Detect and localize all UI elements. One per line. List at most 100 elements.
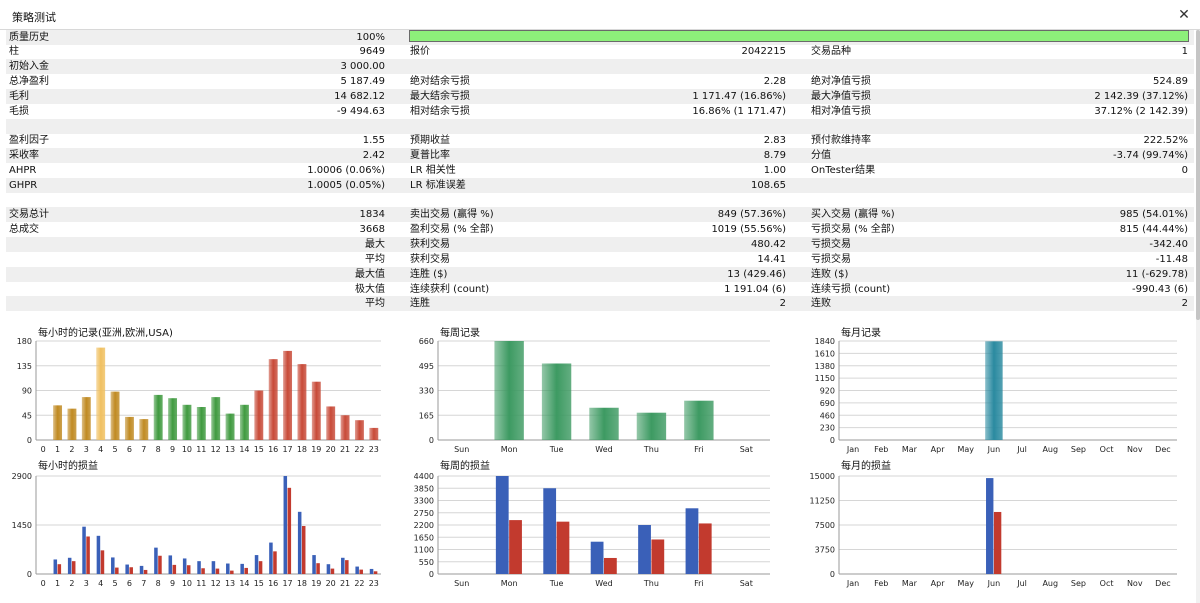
bar <box>86 536 90 574</box>
y-tick-label: 330 <box>419 387 434 396</box>
x-tick-label: Sun <box>454 445 469 454</box>
y-tick-label: 1450 <box>12 521 32 530</box>
x-tick-label: Mar <box>902 579 918 588</box>
y-tick-label: 0 <box>830 436 835 445</box>
x-tick-label: 19 <box>311 579 321 588</box>
x-tick-label: 8 <box>156 445 161 454</box>
bar <box>129 567 133 574</box>
bar <box>355 566 359 574</box>
y-tick-label: 90 <box>22 387 32 396</box>
chart-1: 每周记录 0 165 330 495 660 Sun Mon Tue Wed Thu Fri Sat <box>419 326 770 454</box>
bar <box>494 341 524 440</box>
y-tick-label: 7500 <box>815 521 835 530</box>
x-tick-label: Fri <box>694 445 704 454</box>
x-tick-label: Thu <box>643 445 659 454</box>
bar <box>211 561 216 574</box>
x-tick-label: 16 <box>268 579 278 588</box>
bar <box>124 416 134 440</box>
bar <box>196 407 206 440</box>
x-tick-label: Apr <box>931 579 946 588</box>
chart-title: 每周的损益 <box>440 459 490 472</box>
y-tick-label: 0 <box>27 436 32 445</box>
y-tick-label: 1650 <box>414 533 434 542</box>
x-tick-label: Nov <box>1127 579 1143 588</box>
x-tick-label: May <box>957 445 974 454</box>
x-tick-label: 0 <box>41 579 46 588</box>
bar <box>53 405 63 440</box>
bar <box>96 347 106 440</box>
x-tick-label: 8 <box>156 579 161 588</box>
x-tick-label: 4 <box>98 579 103 588</box>
x-tick-label: 21 <box>340 445 350 454</box>
y-tick-label: 2200 <box>414 521 434 530</box>
x-tick-label: Fri <box>694 579 704 588</box>
bar <box>67 557 72 574</box>
bar <box>201 568 205 574</box>
y-tick-label: 45 <box>22 411 32 420</box>
x-tick-label: Thu <box>643 579 659 588</box>
y-tick-label: 550 <box>419 558 434 567</box>
x-tick-label: 9 <box>170 445 175 454</box>
y-tick-label: 920 <box>820 387 835 396</box>
x-tick-label: Mon <box>501 579 518 588</box>
bar <box>638 525 651 574</box>
y-tick-label: 15000 <box>810 472 835 481</box>
x-tick-label: May <box>957 579 974 588</box>
bar <box>330 568 335 574</box>
bar <box>685 508 699 574</box>
bar <box>604 557 617 574</box>
chart-title: 每小时的损益 <box>38 459 98 472</box>
x-tick-label: 14 <box>239 445 249 454</box>
x-tick-label: 6 <box>127 579 132 588</box>
bar <box>100 550 105 574</box>
bar <box>301 526 306 574</box>
bar <box>110 391 120 440</box>
bar <box>143 569 148 574</box>
x-tick-label: 12 <box>211 579 221 588</box>
x-tick-label: Mar <box>902 445 918 454</box>
bar <box>154 547 158 574</box>
y-tick-label: 3850 <box>414 484 434 493</box>
chart-title: 每周记录 <box>440 326 480 339</box>
x-tick-label: 21 <box>340 579 350 588</box>
y-tick-label: 4400 <box>414 472 434 481</box>
bar <box>215 568 220 574</box>
bar <box>168 398 178 440</box>
bar <box>373 571 378 574</box>
y-tick-label: 1380 <box>815 362 835 371</box>
y-tick-label: 1100 <box>414 546 434 555</box>
chart-3: 每小时的损益0145029000 1 2 3 4 5 6 7 8 9 10 11 12 13 14 15 16 1… <box>12 459 381 588</box>
chart-4: 每周的损益 0 550 1100 1650 2200 2750 3300 3850 4400 Sun… <box>414 459 770 588</box>
x-tick-label: Sat <box>740 579 753 588</box>
x-tick-label: 10 <box>182 445 192 454</box>
bar <box>244 567 248 574</box>
bar <box>268 359 278 440</box>
bar <box>326 406 336 440</box>
x-tick-label: 0 <box>41 445 46 454</box>
bar <box>311 381 321 440</box>
x-tick-label: Feb <box>874 445 888 454</box>
x-tick-label: Jul <box>1016 579 1027 588</box>
x-tick-label: 11 <box>196 579 206 588</box>
x-tick-label: Jan <box>846 445 859 454</box>
x-tick-label: Nov <box>1127 445 1143 454</box>
x-tick-label: Mon <box>501 445 518 454</box>
x-tick-label: Oct <box>1100 445 1114 454</box>
bar <box>509 520 522 574</box>
y-tick-label: 180 <box>17 337 32 346</box>
y-tick-label: 3300 <box>414 497 434 506</box>
x-tick-label: 12 <box>211 445 221 454</box>
x-tick-label: 13 <box>225 445 235 454</box>
x-tick-label: 10 <box>182 579 192 588</box>
chart-title: 每月记录 <box>841 326 881 339</box>
y-tick-label: 1610 <box>815 349 835 358</box>
x-tick-label: 15 <box>254 579 264 588</box>
x-tick-label: 13 <box>225 579 235 588</box>
y-tick-label: 165 <box>419 411 434 420</box>
bar <box>168 555 173 574</box>
y-tick-label: 2750 <box>414 509 434 518</box>
bar <box>986 478 994 574</box>
bar <box>125 564 129 574</box>
bar <box>153 394 163 440</box>
x-tick-label: Feb <box>874 579 888 588</box>
